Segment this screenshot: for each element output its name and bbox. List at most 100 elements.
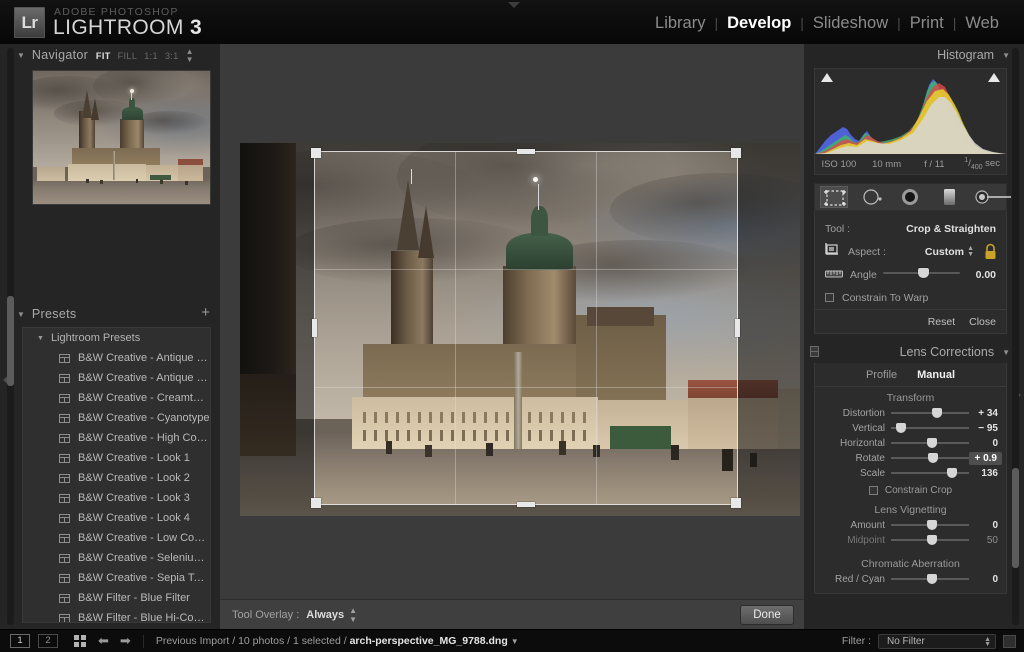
tab-profile[interactable]: Profile [866,369,897,381]
preset-item[interactable]: B&W Creative - Sepia Tone [23,568,210,588]
slider-track[interactable] [891,408,969,419]
slider-knob[interactable] [926,535,937,545]
preset-item[interactable]: B&W Creative - Antique Gray... [23,348,210,368]
slider-value[interactable]: + 34 [978,408,998,419]
preset-item[interactable]: B&W Creative - Creamtone [23,388,210,408]
done-button[interactable]: Done [740,605,794,625]
preset-item[interactable]: B&W Creative - Look 4 [23,508,210,528]
filter-stepper-icon[interactable]: ▲ ▼ [984,636,991,648]
crop-tool-icon[interactable] [820,186,849,208]
module-web[interactable]: Web [956,14,1008,33]
preset-item[interactable]: B&W Creative - Look 3 [23,488,210,508]
zoom-fit[interactable]: FIT [96,51,111,61]
slider-row[interactable]: Amount 0 [815,518,1006,533]
slider-row[interactable]: Distortion + 34 [815,406,1006,421]
slider-value[interactable]: 136 [981,468,998,479]
slider-knob[interactable] [947,468,958,478]
constrain-crop-checkbox[interactable] [868,485,878,495]
aspect-stepper-icon[interactable]: ▲ ▼ [967,245,974,258]
left-panel-scrollbar[interactable] [7,48,14,625]
slider-knob[interactable] [931,408,942,418]
top-panel-toggle[interactable] [508,2,520,14]
presets-header[interactable]: ▼ Presets + [16,303,210,325]
preset-item[interactable]: B&W Creative - Low Contrast [23,528,210,548]
histogram-header[interactable]: Histogram ▼ [810,44,1012,66]
scrollbar-thumb[interactable] [7,296,14,386]
constrain-warp-checkbox[interactable] [825,293,834,302]
slider-knob[interactable] [926,520,937,530]
crop-close-button[interactable]: Close [969,316,996,328]
adjustment-brush-icon[interactable] [973,186,1011,208]
slider-track[interactable] [891,438,969,449]
slider-value[interactable]: + 0.9 [969,452,1002,465]
chevron-down-icon[interactable]: ▼ [511,637,519,646]
preset-item[interactable]: B&W Filter - Blue Filter [23,588,210,608]
lens-corrections-header[interactable]: Lens Corrections ▼ [810,341,1012,363]
histogram-panel[interactable]: ISO 100 10 mm f / 11 1/400 sec [814,68,1007,175]
slider-track[interactable] [891,453,969,464]
navigator-preview[interactable] [32,70,211,205]
constrain-warp-row[interactable]: Constrain To Warp [815,286,1006,309]
slider-value[interactable]: 50 [987,535,998,546]
aspect-value[interactable]: Custom [925,246,964,258]
right-panel-scrollbar[interactable] [1012,48,1019,625]
slider-row[interactable]: Midpoint 50 [815,533,1006,548]
slider-knob[interactable] [926,438,937,448]
preset-item[interactable]: B&W Creative - Look 1 [23,448,210,468]
back-arrow-icon[interactable]: ⬅ [98,633,109,649]
crop-reset-button[interactable]: Reset [928,316,955,328]
angle-value[interactable]: 0.00 [976,269,996,281]
slider-row[interactable]: Vertical − 95 [815,421,1006,436]
module-develop[interactable]: Develop [718,14,800,33]
slider-knob[interactable] [928,453,939,463]
angle-slider-knob[interactable] [918,268,930,278]
slider-value[interactable]: − 95 [978,423,998,434]
slider-knob[interactable] [895,423,906,433]
shadow-clipping-indicator[interactable] [821,73,833,82]
slider-track[interactable] [891,468,969,479]
slider-track[interactable] [891,535,969,546]
slider-track[interactable] [891,423,969,434]
preset-item[interactable]: B&W Creative - Antique Light [23,368,210,388]
lock-icon[interactable] [983,243,998,260]
spot-removal-icon[interactable] [858,186,886,208]
module-print[interactable]: Print [901,14,953,33]
slider-value[interactable]: 0 [992,574,998,585]
slider-row[interactable]: Rotate + 0.9 [815,451,1006,466]
zoom-1-1[interactable]: 1:1 [144,51,158,61]
slider-value[interactable]: 0 [992,438,998,449]
highlight-clipping-indicator[interactable] [988,73,1000,82]
module-slideshow[interactable]: Slideshow [804,14,897,33]
preset-item[interactable]: B&W Creative - Look 2 [23,468,210,488]
identity-plate-2[interactable]: 2 [38,634,58,648]
preset-item[interactable]: B&W Creative - Selenium Tone [23,548,210,568]
preset-item[interactable]: B&W Filter - Blue Hi-Contrast ... [23,608,210,622]
presets-group-lightroom[interactable]: ▼ Lightroom Presets [23,328,210,348]
tab-manual[interactable]: Manual [917,369,955,381]
module-library[interactable]: Library [646,14,714,33]
slider-row[interactable]: Scale 136 [815,466,1006,481]
identity-plate-1[interactable]: 1 [10,634,30,648]
tool-overlay-stepper-icon[interactable]: ▲ ▼ [349,606,357,624]
zoom-stepper-icon[interactable]: ▲ ▼ [186,48,194,64]
filter-select[interactable]: No Filter ▲ ▼ [878,633,996,649]
slider-knob[interactable] [926,574,937,584]
preset-item[interactable]: B&W Creative - Cyanotype [23,408,210,428]
preset-item[interactable]: B&W Creative - High Contrast [23,428,210,448]
zoom-fill[interactable]: FILL [118,51,138,61]
slider-value[interactable]: 0 [992,520,998,531]
navigator-header[interactable]: ▼ Navigator FIT FILL 1:1 3:1 ▲ ▼ [16,44,210,66]
straighten-tool-icon[interactable] [825,266,843,284]
graduated-filter-icon[interactable] [935,186,963,208]
red-eye-icon[interactable] [896,186,924,208]
grid-view-icon[interactable] [74,634,87,648]
zoom-3-1[interactable]: 3:1 [165,51,179,61]
slider-track[interactable] [891,520,969,531]
add-preset-button[interactable]: + [201,305,210,320]
filter-toggle-button[interactable] [1003,634,1016,648]
breadcrumb-filename[interactable]: arch-perspective_MG_9788.dng [350,635,508,647]
forward-arrow-icon[interactable]: ➡ [120,633,131,649]
scrollbar-thumb[interactable] [1012,468,1019,568]
tool-overlay-value[interactable]: Always [306,609,344,621]
image-preview-area[interactable] [240,143,800,516]
